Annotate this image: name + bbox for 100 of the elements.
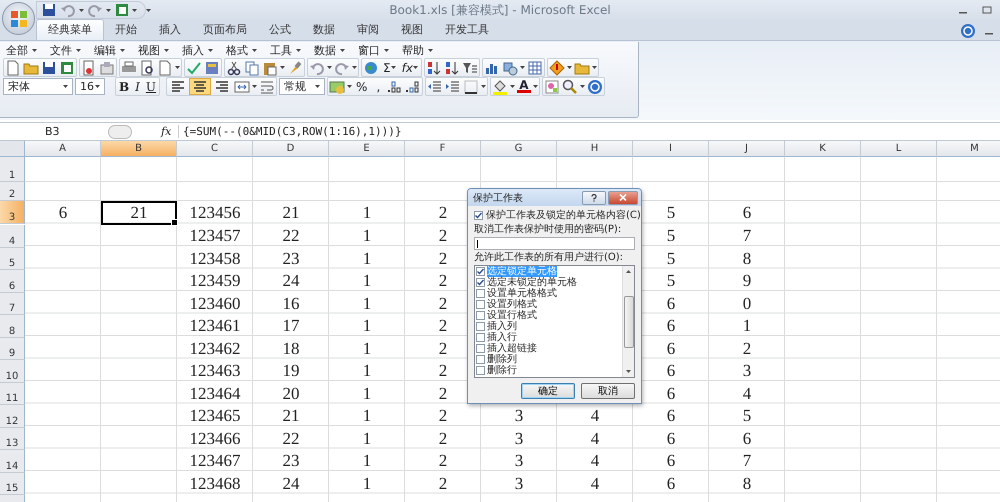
caret-icon[interactable] <box>106 8 111 12</box>
row-header[interactable]: 14 <box>0 450 25 472</box>
menu-item[interactable]: 全部 <box>4 42 48 58</box>
shapes-icon[interactable] <box>502 60 518 76</box>
row-header[interactable]: 4 <box>0 225 25 248</box>
menu-item[interactable]: 文件 <box>48 42 92 58</box>
scrollbar[interactable] <box>622 266 634 377</box>
ribbon-tab[interactable]: 页面布局 <box>192 20 258 40</box>
caret-icon[interactable] <box>566 66 572 69</box>
checkbox[interactable] <box>474 210 483 220</box>
formula-field[interactable]: {=SUM(--(0&MID(C3,ROW(1:16),1)))} <box>178 125 402 138</box>
currency-icon[interactable] <box>329 78 346 94</box>
menu-item[interactable]: 工具 <box>268 42 312 58</box>
menu-item[interactable]: 插入 <box>180 42 224 58</box>
ribbon-tab[interactable]: 插入 <box>148 20 192 40</box>
zoom-icon[interactable] <box>562 78 578 94</box>
list-item[interactable]: 插入行 <box>487 332 517 343</box>
copy-icon[interactable] <box>244 60 260 76</box>
insert-function-button[interactable]: fx <box>400 60 420 75</box>
save-icon[interactable] <box>41 2 57 18</box>
spelling-check-icon[interactable] <box>186 60 202 76</box>
caret-icon[interactable] <box>327 66 332 69</box>
column-header[interactable]: J <box>709 141 785 157</box>
align-right-icon[interactable] <box>214 78 230 94</box>
caret-icon[interactable] <box>532 85 538 88</box>
increase-indent-icon[interactable] <box>445 78 462 94</box>
sort-descending-icon[interactable] <box>444 60 460 76</box>
row-header[interactable]: 11 <box>0 382 25 405</box>
column-header[interactable]: C <box>177 141 253 157</box>
decrease-indent-icon[interactable] <box>427 78 444 94</box>
help-icon[interactable] <box>591 194 597 202</box>
new-document-icon[interactable] <box>5 60 21 76</box>
checkbox[interactable] <box>476 278 485 287</box>
row-header[interactable]: 12 <box>0 405 25 428</box>
cancel-button[interactable]: 取消 <box>581 383 635 399</box>
caret-icon[interactable] <box>347 85 352 88</box>
checkbox-label[interactable]: 保护工作表及锁定的单元格内容(C) <box>486 208 641 222</box>
ribbon-tab[interactable]: 开始 <box>104 20 148 40</box>
ribbon-tab[interactable]: 经典菜单 <box>36 19 104 40</box>
caret-icon[interactable] <box>132 8 137 12</box>
caret-icon[interactable] <box>252 85 258 88</box>
insert-function-button[interactable]: fx <box>161 125 172 138</box>
picture-icon[interactable] <box>544 78 560 94</box>
comma-style-button[interactable]: , <box>371 79 386 94</box>
row-header[interactable]: 15 <box>0 472 25 495</box>
row-header[interactable]: 7 <box>0 292 25 315</box>
ribbon-tab[interactable]: 审阅 <box>346 20 390 40</box>
wrap-text-icon[interactable] <box>259 78 276 94</box>
column-header[interactable]: E <box>329 141 405 157</box>
checkbox[interactable] <box>476 322 485 331</box>
table-icon[interactable] <box>526 60 543 76</box>
checkbox[interactable] <box>476 311 485 320</box>
column-header[interactable]: B <box>101 141 177 157</box>
maximize-icon[interactable] <box>982 6 992 14</box>
row-header[interactable]: 3 <box>0 201 25 224</box>
menu-item[interactable]: 窗口 <box>356 42 400 58</box>
row-header[interactable]: 9 <box>0 338 25 360</box>
checkbox[interactable] <box>476 366 485 375</box>
save-icon[interactable] <box>41 60 57 76</box>
checkbox[interactable] <box>476 333 485 342</box>
column-header[interactable]: I <box>633 141 709 157</box>
help-button[interactable] <box>582 190 606 204</box>
border-icon[interactable] <box>463 78 480 94</box>
arrow-up-icon[interactable] <box>626 270 631 273</box>
percent-button[interactable]: % <box>354 79 370 94</box>
list-item[interactable]: 选定未锁定的单元格 <box>487 277 577 288</box>
menu-item[interactable]: 视图 <box>136 42 180 58</box>
ok-button[interactable]: 确定 <box>521 383 575 399</box>
menu-item[interactable]: 编辑 <box>92 42 136 58</box>
ribbon-tab[interactable]: 开发工具 <box>434 20 500 40</box>
name-box[interactable]: B3 <box>45 125 60 138</box>
row-header[interactable]: 8 <box>0 315 25 338</box>
caret-icon[interactable] <box>79 8 84 12</box>
new-document-icon[interactable] <box>157 60 173 76</box>
row-header[interactable]: 13 <box>0 428 25 450</box>
align-center-icon[interactable] <box>192 78 208 94</box>
row-header[interactable]: 10 <box>0 360 25 382</box>
checkbox[interactable] <box>476 267 485 276</box>
list-item[interactable]: 设置行格式 <box>487 310 537 321</box>
column-header[interactable]: M <box>937 141 1000 157</box>
caret-icon[interactable] <box>481 85 486 88</box>
decrease-decimal-icon[interactable] <box>405 78 422 94</box>
menu-item[interactable]: 数据 <box>312 42 356 58</box>
book-icon[interactable] <box>204 60 220 76</box>
number-format-field[interactable]: 常规 <box>279 78 326 95</box>
warning-diamond-icon[interactable] <box>548 60 565 76</box>
caret-icon[interactable] <box>520 66 525 69</box>
list-item[interactable]: 删除列 <box>487 354 517 365</box>
caret-icon[interactable] <box>175 66 180 69</box>
list-item[interactable]: 插入列 <box>487 321 517 332</box>
close-button[interactable] <box>608 190 638 204</box>
column-header[interactable]: G <box>481 141 557 157</box>
password-field[interactable] <box>474 237 635 250</box>
close-icon[interactable] <box>619 194 627 201</box>
ribbon-tab[interactable]: 视图 <box>390 20 434 40</box>
list-item[interactable]: 插入超链接 <box>487 343 537 354</box>
row-header[interactable]: 2 <box>0 182 25 201</box>
row-header[interactable]: 1 <box>0 157 25 182</box>
spreadsheet-icon[interactable] <box>114 2 130 18</box>
row-header[interactable]: 6 <box>0 270 25 292</box>
